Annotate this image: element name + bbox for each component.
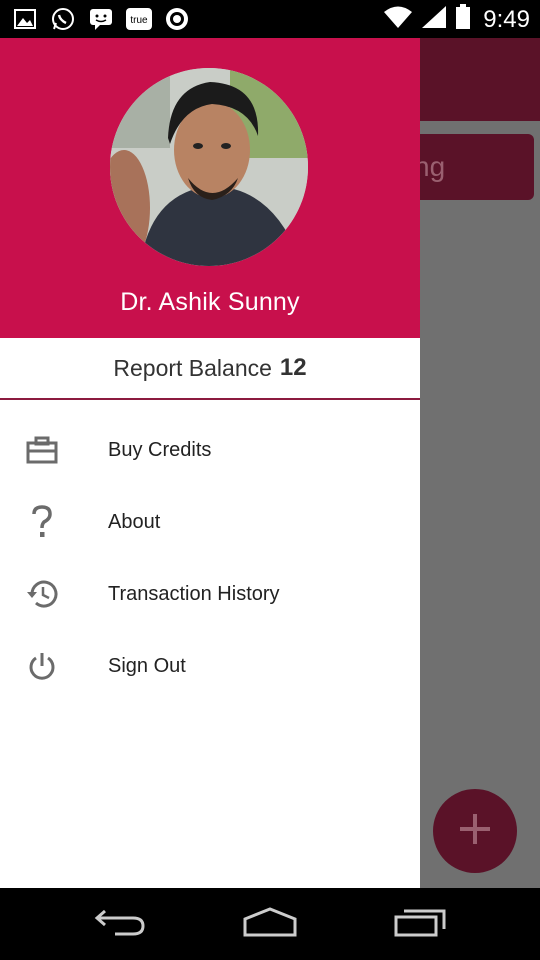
drawer-header: Dr. Ashik Sunny <box>0 38 420 338</box>
menu-item-transaction-history[interactable]: Transaction History <box>0 558 420 630</box>
messenger-icon <box>88 6 114 32</box>
plus-icon <box>458 812 492 851</box>
signal-icon <box>421 5 447 34</box>
home-icon <box>242 906 298 942</box>
image-icon <box>12 6 38 32</box>
recents-icon <box>392 907 448 942</box>
add-fab-button <box>433 789 517 873</box>
drawer-menu: Buy Credits About Transaction History Si… <box>0 414 420 702</box>
back-icon <box>93 907 147 942</box>
briefcase-icon <box>24 432 60 468</box>
home-button[interactable] <box>240 906 300 942</box>
whatsapp-icon <box>50 6 76 32</box>
background-field: ng <box>400 134 534 200</box>
system-nav-bar <box>0 888 540 960</box>
menu-item-sign-out[interactable]: Sign Out <box>0 630 420 702</box>
menu-label: About <box>108 510 161 533</box>
navigation-drawer: Dr. Ashik Sunny Report Balance 12 Buy Cr… <box>0 38 420 888</box>
balance-value: 12 <box>279 354 307 381</box>
question-icon <box>24 504 60 540</box>
menu-item-buy-credits[interactable]: Buy Credits <box>0 414 420 486</box>
user-name: Dr. Ashik Sunny <box>120 288 300 316</box>
wifi-icon <box>383 5 413 34</box>
truecaller-icon: true <box>126 6 152 32</box>
menu-label: Transaction History <box>108 582 280 605</box>
report-balance: Report Balance 12 <box>0 338 420 400</box>
battery-icon <box>455 4 471 35</box>
record-icon <box>164 6 190 32</box>
menu-item-about[interactable]: About <box>0 486 420 558</box>
status-bar: true 9:49 <box>0 0 540 38</box>
menu-label: Sign Out <box>108 654 186 677</box>
power-icon <box>24 648 60 684</box>
menu-label: Buy Credits <box>108 438 212 461</box>
truecaller-label: true <box>130 15 148 26</box>
back-button[interactable] <box>90 906 150 942</box>
recents-button[interactable] <box>390 906 450 942</box>
history-icon <box>24 576 60 612</box>
avatar[interactable] <box>110 68 308 266</box>
balance-label: Report Balance <box>113 354 272 381</box>
status-time: 9:49 <box>483 5 530 33</box>
